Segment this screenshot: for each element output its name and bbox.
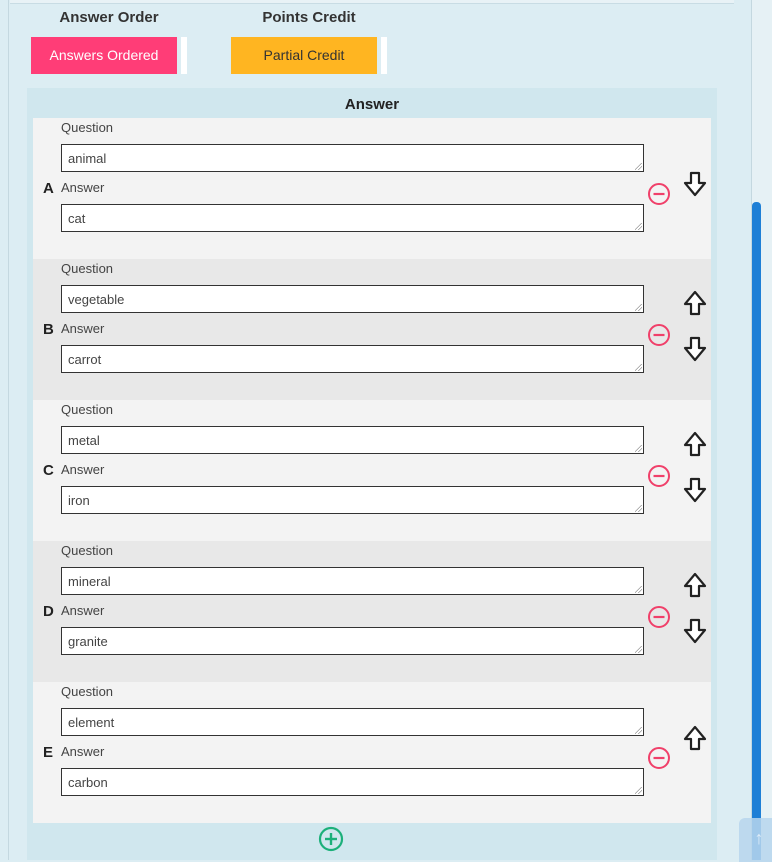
question-label: Question bbox=[61, 684, 114, 699]
points-credit-label: Points Credit bbox=[262, 9, 356, 26]
answer-row-b: Question vegetable B Answer carrot bbox=[33, 259, 711, 400]
arrow-down-icon[interactable] bbox=[681, 335, 709, 363]
top-strip bbox=[10, 0, 734, 4]
question-label: Question bbox=[61, 120, 114, 135]
minus-circle-icon[interactable] bbox=[647, 323, 671, 347]
question-label: Question bbox=[61, 261, 114, 276]
answer-order-label: Answer Order bbox=[59, 9, 159, 26]
row-letter-c: C bbox=[43, 462, 54, 479]
answer-label: Answer bbox=[61, 462, 105, 477]
question-field-a[interactable]: animal bbox=[61, 144, 644, 172]
arrow-down-icon[interactable] bbox=[681, 170, 709, 198]
answer-field-a[interactable]: cat bbox=[61, 204, 644, 232]
answer-label: Answer bbox=[61, 321, 105, 336]
arrow-down-icon[interactable] bbox=[681, 617, 709, 645]
arrow-down-icon[interactable] bbox=[681, 476, 709, 504]
arrow-up-icon[interactable] bbox=[681, 571, 709, 599]
answer-label: Answer bbox=[61, 603, 105, 618]
page-edge-left bbox=[8, 0, 9, 860]
question-field-d[interactable]: mineral bbox=[61, 567, 644, 595]
minus-circle-icon[interactable] bbox=[647, 182, 671, 206]
scrollbar-thumb[interactable] bbox=[752, 202, 761, 860]
question-label: Question bbox=[61, 543, 114, 558]
answer-row-d: Question mineral D Answer granite bbox=[33, 541, 711, 682]
scroll-to-top-button[interactable]: ↑ bbox=[739, 818, 772, 862]
question-field-c[interactable]: metal bbox=[61, 426, 644, 454]
row-letter-a: A bbox=[43, 180, 54, 197]
arrow-up-icon: ↑ bbox=[754, 828, 764, 848]
arrow-up-icon[interactable] bbox=[681, 289, 709, 317]
points-credit-button[interactable]: Partial Credit bbox=[231, 37, 377, 74]
row-letter-d: D bbox=[43, 603, 54, 620]
answer-field-e[interactable]: carbon bbox=[61, 768, 644, 796]
answers-header: Answer bbox=[344, 96, 400, 113]
row-letter-e: E bbox=[43, 744, 54, 761]
points-credit-dropdown-toggle[interactable] bbox=[381, 37, 387, 74]
answer-field-d[interactable]: granite bbox=[61, 627, 644, 655]
arrow-up-icon[interactable] bbox=[681, 724, 709, 752]
answer-order-button[interactable]: Answers Ordered bbox=[31, 37, 177, 74]
minus-circle-icon[interactable] bbox=[647, 605, 671, 629]
answer-label: Answer bbox=[61, 180, 105, 195]
plus-circle-icon[interactable] bbox=[318, 826, 344, 852]
answer-field-b[interactable]: carrot bbox=[61, 345, 644, 373]
answer-row-a: Question animal A Answer cat bbox=[33, 118, 711, 259]
question-field-b[interactable]: vegetable bbox=[61, 285, 644, 313]
answer-label: Answer bbox=[61, 744, 105, 759]
arrow-up-icon[interactable] bbox=[681, 430, 709, 458]
answer-field-c[interactable]: iron bbox=[61, 486, 644, 514]
answer-row-e: Question element E Answer carbon bbox=[33, 682, 711, 823]
row-letter-b: B bbox=[43, 321, 54, 338]
minus-circle-icon[interactable] bbox=[647, 746, 671, 770]
answers-panel: Answer Question animal A Answer cat Ques… bbox=[27, 88, 717, 860]
answer-order-dropdown-toggle[interactable] bbox=[181, 37, 187, 74]
answer-row-c: Question metal C Answer iron bbox=[33, 400, 711, 541]
question-field-e[interactable]: element bbox=[61, 708, 644, 736]
minus-circle-icon[interactable] bbox=[647, 464, 671, 488]
question-label: Question bbox=[61, 402, 114, 417]
